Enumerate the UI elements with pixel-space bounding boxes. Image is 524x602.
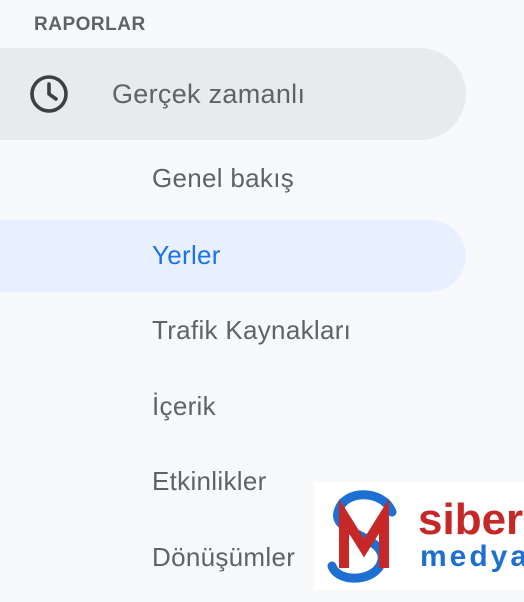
watermark-logo: siber medya (314, 482, 524, 590)
sidebar-item-label: Yerler (152, 240, 221, 270)
sidebar-item-realtime[interactable]: Gerçek zamanlı (0, 48, 466, 140)
sidebar-item-content[interactable]: İçerik (0, 371, 466, 443)
watermark-line1: siber (418, 495, 524, 544)
sidebar-item-traffic-sources[interactable]: Trafik Kaynakları (0, 295, 466, 367)
siber-medya-logo-icon (327, 490, 397, 583)
sidebar-item-label: Trafik Kaynakları (152, 315, 352, 345)
sidebar-item-label: Etkinlikler (152, 466, 267, 496)
sidebar-item-label: Dönüşümler (152, 542, 296, 572)
sidebar-item-locations[interactable]: Yerler (0, 220, 466, 292)
sidebar-item-label: İçerik (152, 391, 216, 421)
sidebar-item-label: Gerçek zamanlı (112, 79, 306, 109)
sidebar-item-overview[interactable]: Genel bakış (0, 143, 466, 215)
watermark-line2: medya (420, 540, 524, 573)
clock-icon (28, 73, 70, 115)
section-title: RAPORLAR (34, 14, 146, 35)
sidebar-item-label: Genel bakış (152, 163, 295, 193)
